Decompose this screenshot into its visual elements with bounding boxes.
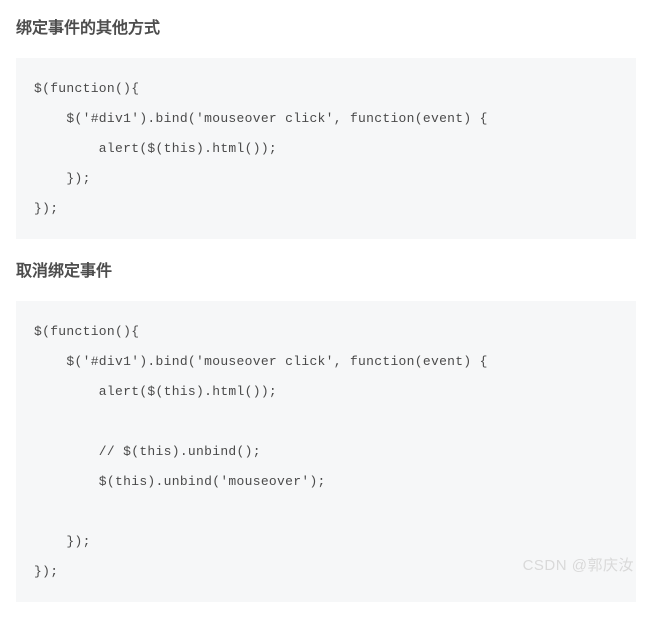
code-block-1[interactable]: $(function(){ $('#div1').bind('mouseover… [16, 58, 636, 239]
article-container: 绑定事件的其他方式 $(function(){ $('#div1').bind(… [0, 14, 652, 602]
section-heading-2: 取消绑定事件 [16, 257, 636, 281]
code-block-2[interactable]: $(function(){ $('#div1').bind('mouseover… [16, 301, 636, 602]
section-heading-1: 绑定事件的其他方式 [16, 14, 636, 38]
